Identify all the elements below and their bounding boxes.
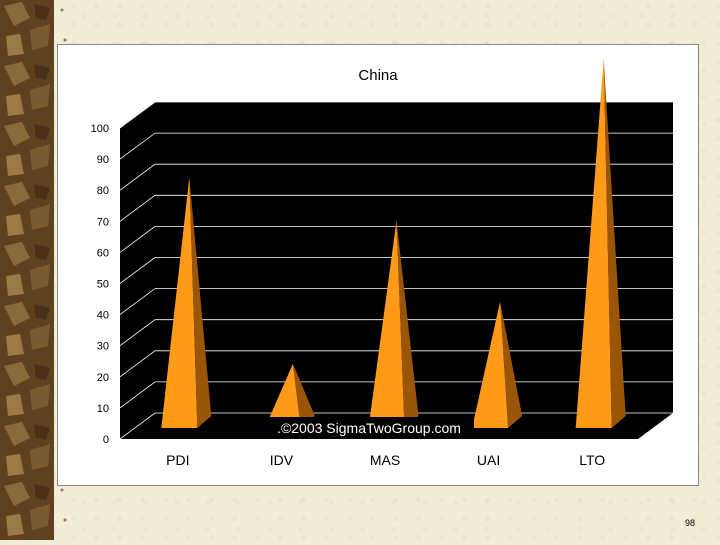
x-category-label: UAI: [477, 452, 500, 468]
y-tick-label: 40: [97, 310, 109, 322]
y-tick-label: 80: [97, 185, 109, 197]
y-tick-label: 60: [97, 247, 109, 259]
decorative-border: [0, 0, 54, 540]
y-tick-label: 70: [97, 216, 109, 228]
watermark: .©2003 SigmaTwoGroup.com: [264, 417, 474, 439]
border-pattern: [0, 0, 54, 540]
y-tick-label: 50: [97, 279, 109, 291]
page-number: 98: [684, 518, 695, 528]
x-category-label: PDI: [166, 452, 189, 468]
y-tick-label: 30: [97, 341, 109, 353]
x-category-label: MAS: [370, 452, 400, 468]
y-tick-label: 20: [97, 372, 109, 384]
y-tick-label: 0: [103, 434, 109, 446]
chart-frame: 0 10 20 30 40 50 60 70 80 90 100 PDI IDV MAS UAI LTO Ch…: [57, 44, 699, 486]
x-category-label: LTO: [579, 452, 605, 468]
chart-title: China: [358, 67, 398, 84]
y-tick-label: 90: [97, 154, 109, 166]
y-tick-label: 10: [97, 403, 109, 415]
x-category-label: IDV: [270, 452, 294, 468]
y-tick-label: 100: [91, 123, 109, 135]
